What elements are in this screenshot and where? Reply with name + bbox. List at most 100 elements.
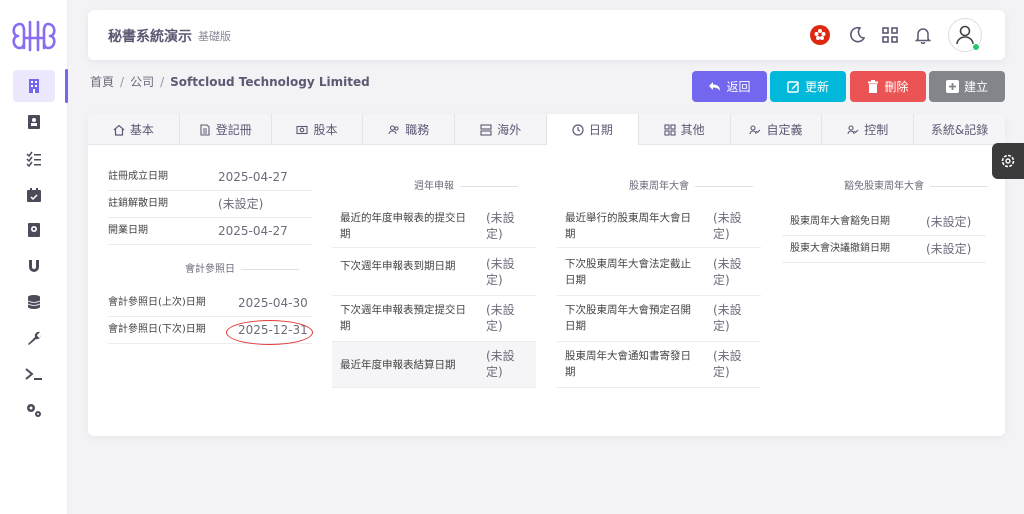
- tab-share-capital-label: 股本: [313, 123, 338, 137]
- date-label: 期: [565, 366, 576, 378]
- date-label: 股東大會決議撤銷日期: [790, 243, 890, 254]
- basic-dates-section: 註冊成立日期 2025-04-27 註銷解散日期 (未設定) 開業日期 2025…: [108, 164, 312, 245]
- date-value: (未設定): [218, 197, 264, 211]
- date-label: 期: [340, 228, 351, 240]
- top-navbar: 秘書系統演示 基礎版: [88, 10, 1005, 60]
- date-label: 會計參照日(上次)日期: [108, 297, 206, 308]
- back-button-label: 返回: [726, 80, 751, 94]
- date-value: 2025-04-27: [218, 170, 288, 184]
- date-value: (未設: [713, 257, 742, 271]
- user-check-icon: [749, 124, 761, 134]
- date-value: 2025-04-27: [218, 224, 288, 238]
- sidebar-item-documents[interactable]: [20, 216, 48, 244]
- date-label: 註銷解散日期: [108, 198, 168, 209]
- tab-control-label: 控制: [864, 123, 889, 137]
- create-button[interactable]: 建立: [929, 71, 1005, 102]
- contact-card-icon: [28, 115, 40, 129]
- agm-exempt-title: 豁免股東周年大會: [838, 181, 930, 192]
- book-icon: [28, 223, 40, 237]
- tab-custom[interactable]: 自定義: [731, 114, 823, 145]
- tab-basic[interactable]: 基本: [88, 114, 180, 145]
- grid-icon: [664, 123, 676, 136]
- sidebar-item-calendar[interactable]: [20, 181, 48, 209]
- update-button-label: 更新: [804, 80, 829, 94]
- agm-heading: 股東周年大會: [557, 177, 761, 197]
- company-detail-card: 基本 登記冊 股本 職務 海外 日期 其他 自定義 控制 系統&記錄 註冊成立日…: [88, 114, 1005, 436]
- breadcrumb-current: Softcloud Technology Limited: [170, 75, 370, 89]
- create-button-label: 建立: [963, 80, 988, 94]
- tab-share-capital[interactable]: 股本: [272, 114, 364, 145]
- sidebar-item-terminal[interactable]: [20, 360, 48, 388]
- online-status-dot: [972, 43, 980, 51]
- app-logo[interactable]: [10, 18, 58, 54]
- date-row: 股東周年大會豁免日期 (未設定): [782, 209, 986, 236]
- clock-icon: [572, 123, 584, 136]
- tab-system-log[interactable]: 系統&記錄: [914, 114, 1005, 145]
- apps-grid-button[interactable]: [879, 24, 901, 46]
- tab-control[interactable]: 控制: [822, 114, 915, 145]
- checklist-icon: [26, 151, 41, 167]
- tab-register[interactable]: 登記冊: [180, 114, 272, 145]
- update-button[interactable]: 更新: [770, 71, 846, 102]
- date-row: 股東周年大會通知書寄發日期 (未設 定): [557, 342, 761, 388]
- tab-custom-label: 自定義: [766, 123, 803, 137]
- bell-icon: [914, 28, 932, 44]
- tab-positions[interactable]: 職務: [363, 114, 456, 145]
- add-square-icon: [945, 80, 959, 93]
- agm-section: 最近舉行的股東周年大會日期 (未設 定) 下次股東周年大會法定截止 日期 (未設 定)…: [557, 202, 761, 388]
- sidebar-item-magnet[interactable]: [20, 252, 48, 280]
- sidebar-item-contacts[interactable]: [20, 108, 48, 136]
- date-row: 下次股東周年大會法定截止 日期 (未設 定): [557, 248, 761, 296]
- date-value: (未設: [486, 257, 515, 271]
- agm-exempt-section: 股東周年大會豁免日期 (未設定) 股東大會決議撤銷日期 (未設定): [782, 209, 986, 263]
- date-label: 下次股東周年大會法定截止: [565, 258, 691, 270]
- delete-button[interactable]: 刪除: [850, 71, 926, 102]
- tab-other[interactable]: 其他: [639, 114, 731, 145]
- date-value: 定): [486, 273, 503, 287]
- date-value: (未設: [713, 349, 742, 363]
- date-label: 最近舉行的股東周年大會日: [565, 212, 691, 224]
- sidebar-item-settings[interactable]: [20, 396, 48, 424]
- app-title: 秘書系統演示: [108, 29, 192, 45]
- highlight-circle-annotation: [226, 320, 313, 345]
- user-icon: [956, 25, 974, 45]
- dark-mode-toggle[interactable]: [846, 24, 868, 46]
- sidebar-item-tools[interactable]: [20, 324, 48, 352]
- breadcrumb-home[interactable]: 首頁: [90, 75, 114, 89]
- terminal-icon: [25, 368, 42, 380]
- date-label: 下次週年申報表預定提交日: [340, 304, 466, 316]
- sidebar-item-tasks[interactable]: [20, 145, 48, 173]
- date-row: 最近的年度申報表的提交日期 (未設 定): [332, 202, 536, 248]
- date-label: 下次股東周年大會預定召開: [565, 304, 691, 316]
- tab-other-label: 其他: [680, 123, 705, 137]
- date-value: 定): [486, 365, 503, 379]
- language-flag-button[interactable]: [809, 24, 831, 46]
- sidebar-item-database[interactable]: [20, 288, 48, 316]
- back-button[interactable]: 返回: [692, 71, 767, 102]
- date-label: 期: [565, 228, 576, 240]
- date-value: (未設: [486, 211, 515, 225]
- notifications-button[interactable]: [912, 24, 934, 46]
- tab-system-log-label: 系統&記錄: [930, 123, 989, 137]
- date-value: (未設: [713, 303, 742, 317]
- moon-icon: [850, 26, 866, 43]
- date-value: 定): [713, 319, 730, 333]
- date-label: 註冊成立日期: [108, 171, 168, 182]
- date-value: 定): [713, 227, 730, 241]
- theme-customizer-button[interactable]: [992, 143, 1024, 179]
- calendar-icon: [27, 188, 41, 202]
- date-value: 2025-04-30: [238, 296, 308, 310]
- date-label: 股東周年大會通知書寄發日: [565, 350, 691, 362]
- user-check-icon: [847, 124, 859, 134]
- tab-overseas[interactable]: 海外: [455, 114, 547, 145]
- grid-icon: [882, 27, 898, 43]
- edit-icon: [787, 81, 799, 93]
- annual-return-heading: 週年申報: [332, 177, 536, 197]
- tab-dates-label: 日期: [588, 123, 613, 137]
- server-icon: [480, 123, 492, 136]
- sidebar-item-company[interactable]: [13, 70, 55, 102]
- date-row: 下次週年申報表到期日期 (未設 定): [332, 248, 536, 296]
- tab-overseas-label: 海外: [497, 123, 522, 137]
- breadcrumb-section[interactable]: 公司: [130, 75, 154, 89]
- tab-dates[interactable]: 日期: [546, 114, 639, 145]
